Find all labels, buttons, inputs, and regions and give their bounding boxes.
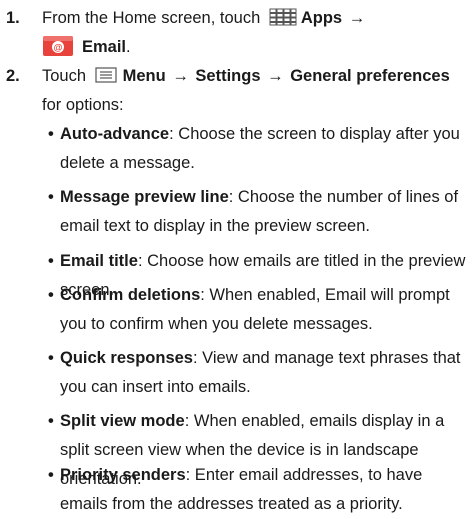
touch-text: Touch: [42, 67, 87, 85]
menu-icon: [95, 67, 117, 83]
arrow: →: [348, 9, 366, 27]
list-item: • Message preview line: Choose the numbe…: [48, 183, 472, 241]
list-item: • Auto-advance: Choose the screen to dis…: [48, 120, 472, 178]
step-number: 1.: [6, 9, 20, 27]
bullet-dot: •: [48, 286, 54, 304]
bullet-dot: •: [48, 125, 54, 143]
option-term: Priority senders: [60, 466, 186, 484]
option-term: Quick responses: [60, 349, 193, 367]
list-item-text: Auto-advance: Choose the screen to displ…: [48, 120, 472, 178]
bullet-dot: •: [48, 349, 54, 367]
email-app-icon: @: [43, 36, 73, 56]
settings-label: Settings: [195, 67, 261, 85]
step-1-text: From the Home screen, touch Apps → @ Ema…: [42, 4, 468, 62]
list-item: • Quick responses: View and manage text …: [48, 344, 472, 402]
list-item: • Priority senders: Enter email addresse…: [48, 461, 472, 519]
step-1-end: .: [126, 38, 131, 56]
bullet-dot: •: [48, 466, 54, 484]
arrow: →: [267, 67, 284, 85]
bullet-dot: •: [48, 412, 54, 430]
list-item-text: Message preview line: Choose the number …: [48, 183, 472, 241]
option-term: Message preview line: [60, 188, 229, 206]
step-1-prefix: From the Home screen, touch: [42, 9, 261, 27]
list-item-text: Priority senders: Enter email addresses,…: [48, 461, 472, 519]
manual-page: 1. From the Home screen, touch Apps → @ …: [0, 0, 474, 517]
option-term: Auto-advance: [60, 125, 170, 143]
bullet-dot: •: [48, 188, 54, 206]
list-item: • Confirm deletions: When enabled, Email…: [48, 281, 472, 339]
svg-text:@: @: [54, 43, 63, 53]
list-item-text: Confirm deletions: When enabled, Email w…: [48, 281, 472, 339]
step-2-suffix: for options:: [42, 96, 124, 114]
arrow: →: [172, 67, 189, 85]
apps-grid-icon: [269, 8, 297, 26]
step-number: 2.: [6, 67, 20, 85]
list-item-text: Quick responses: View and manage text ph…: [48, 344, 472, 402]
option-term: Email title: [60, 252, 138, 270]
option-term: Confirm deletions: [60, 286, 201, 304]
option-term: Split view mode: [60, 412, 185, 430]
bullet-dot: •: [48, 252, 54, 270]
step-2-text: Touch Menu → Settings → General preferen…: [42, 62, 468, 120]
menu-label: Menu: [122, 67, 166, 85]
email-label: Email: [82, 38, 127, 56]
general-preferences-label: General preferences: [290, 67, 450, 85]
apps-label: Apps: [300, 9, 343, 27]
